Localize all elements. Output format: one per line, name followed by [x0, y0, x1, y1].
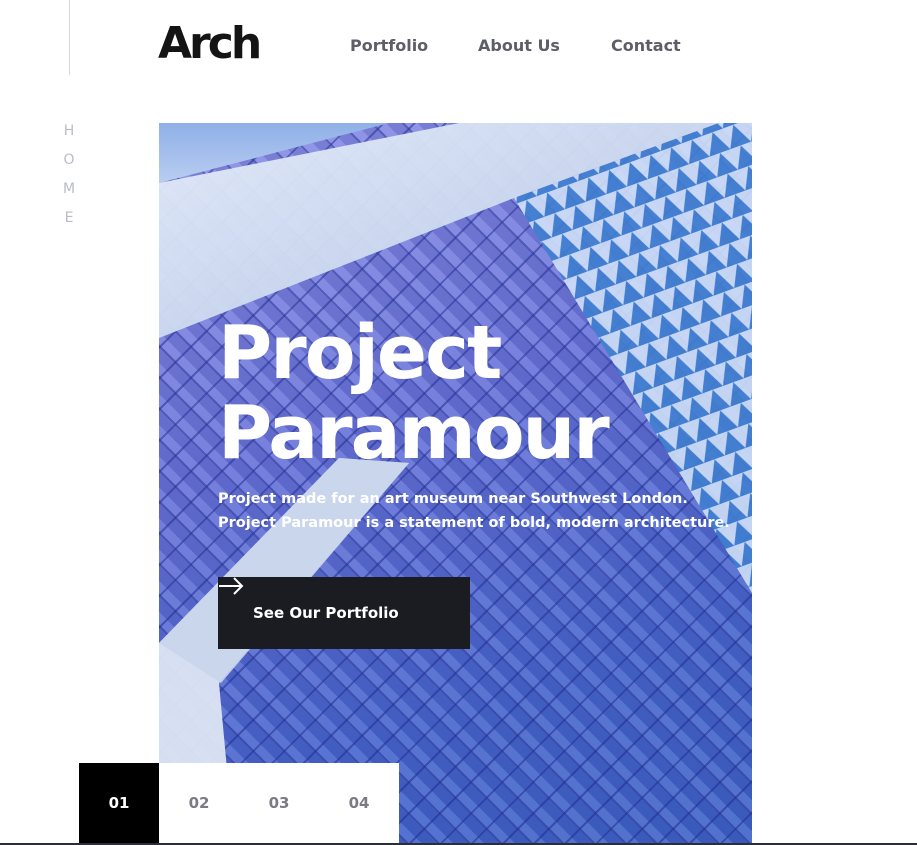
logo[interactable]: Arch: [158, 20, 262, 68]
hero-title: Project Paramour: [218, 310, 610, 476]
hero-description-line-2: Project Paramour is a statement of bold,…: [218, 515, 730, 531]
see-portfolio-button[interactable]: See Our Portfolio: [218, 577, 470, 649]
hero-title-line-1: Project: [218, 310, 502, 396]
home-letter-e: E: [64, 210, 76, 226]
see-portfolio-label: See Our Portfolio: [253, 604, 399, 622]
pager-item-01[interactable]: 01: [79, 763, 159, 843]
nav-portfolio[interactable]: Portfolio: [350, 36, 478, 56]
hero-image: Project Paramour Project made for an art…: [159, 123, 752, 845]
nav-contact[interactable]: Contact: [611, 36, 681, 56]
main-nav: Portfolio About Us Contact: [350, 36, 681, 56]
home-letter-o: O: [63, 152, 77, 168]
hero-description-line-1: Project made for an art museum near Sout…: [218, 491, 688, 507]
home-letter-m: M: [62, 181, 78, 197]
pager-item-04[interactable]: 04: [319, 763, 399, 843]
hero-description: Project made for an art museum near Sout…: [218, 487, 730, 535]
vertical-home-label: H O M E: [62, 123, 78, 226]
pager-item-02[interactable]: 02: [159, 763, 239, 843]
building-illustration: [159, 123, 752, 845]
pager-item-03[interactable]: 03: [239, 763, 319, 843]
slide-pager: 01 02 03 04: [79, 763, 399, 843]
header-divider-line: [69, 0, 70, 75]
hero-title-line-2: Paramour: [218, 390, 610, 476]
nav-about-us[interactable]: About Us: [478, 36, 611, 56]
home-letter-h: H: [63, 123, 77, 139]
